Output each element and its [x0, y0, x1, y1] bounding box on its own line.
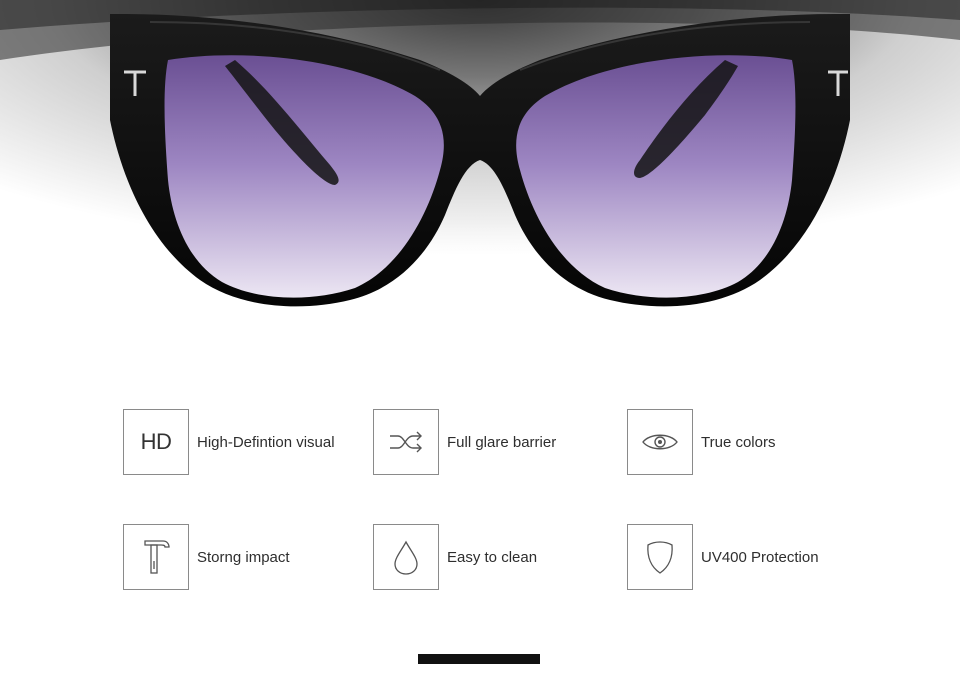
- shuffle-icon: [390, 431, 422, 453]
- feature-label: Storng impact: [197, 548, 290, 566]
- feature-uv: UV400 Protection: [627, 524, 819, 590]
- features-grid: HD High-Defintion visual Full glare barr…: [0, 0, 960, 687]
- feature-label: High-Defintion visual: [197, 433, 335, 451]
- shield-icon-box: [627, 524, 693, 590]
- hd-icon-box: HD: [123, 409, 189, 475]
- feature-glare: Full glare barrier: [373, 409, 556, 475]
- shuffle-icon-box: [373, 409, 439, 475]
- eye-icon: [642, 434, 678, 450]
- feature-impact: Storng impact: [123, 524, 290, 590]
- feature-label: UV400 Protection: [701, 548, 819, 566]
- hd-icon: HD: [140, 429, 172, 454]
- hammer-icon-box: [123, 524, 189, 590]
- hammer-icon: [144, 540, 170, 574]
- feature-label: Full glare barrier: [447, 433, 557, 451]
- shield-icon: [647, 541, 673, 574]
- bottom-divider-bar: [418, 654, 540, 664]
- eye-icon-box: [627, 409, 693, 475]
- feature-label: True colors: [701, 433, 776, 451]
- feature-hd: HD High-Defintion visual: [123, 409, 335, 475]
- water-drop-icon-box: [373, 524, 439, 590]
- water-drop-icon: [394, 540, 418, 575]
- feature-clean: Easy to clean: [373, 524, 537, 590]
- feature-colors: True colors: [627, 409, 775, 475]
- feature-label: Easy to clean: [447, 548, 538, 566]
